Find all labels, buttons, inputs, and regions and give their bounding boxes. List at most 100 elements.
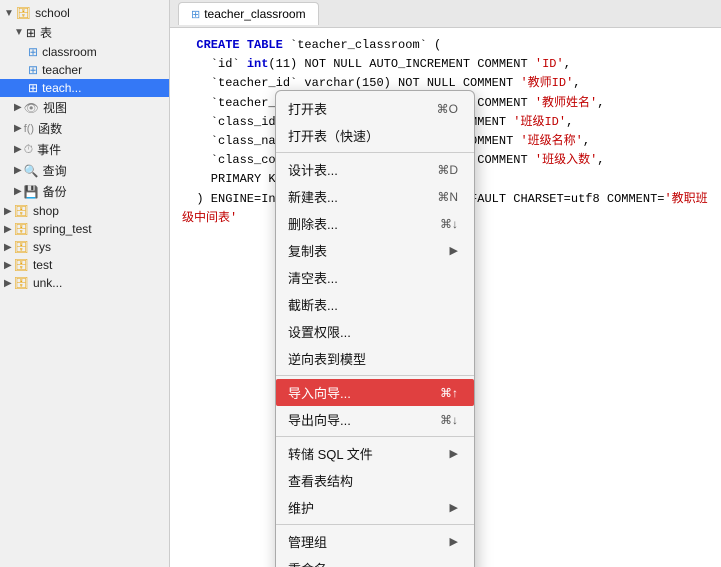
- shortcut-design: ⌘D: [437, 163, 458, 177]
- arrow-school: ▼: [4, 8, 14, 19]
- tab-teacher-classroom[interactable]: ⊞ teacher_classroom: [178, 2, 319, 25]
- menu-label-reverse-model: 逆向表到模型: [288, 349, 366, 368]
- db-icon-shop: 🗄: [14, 204, 29, 218]
- menu-item-truncate-table[interactable]: 截断表...: [276, 291, 474, 318]
- arrow-views: ▶: [14, 102, 22, 113]
- menu-item-open-table[interactable]: 打开表 ⌘O: [276, 95, 474, 122]
- views-icon: 👁: [24, 101, 39, 115]
- table-icon-teacher: ⊞: [28, 63, 38, 77]
- sidebar-item-teacher-selected[interactable]: ⊞ teach...: [0, 79, 169, 97]
- label-shop: shop: [33, 204, 59, 218]
- arrow-sys: ▶: [4, 242, 12, 253]
- label-school: school: [35, 6, 70, 20]
- menu-item-set-perms[interactable]: 设置权限...: [276, 318, 474, 345]
- shortcut-import: ⌘↑: [440, 386, 458, 400]
- label-test: test: [33, 258, 52, 272]
- menu-label-rename: 重命名: [288, 559, 327, 567]
- menu-label-open-table: 打开表: [288, 99, 327, 118]
- menu-item-open-table-fast[interactable]: 打开表（快速）: [276, 122, 474, 149]
- menu-label-design-table: 设计表...: [288, 160, 338, 179]
- sidebar-item-events[interactable]: ▶ ⏱ 事件: [0, 139, 169, 160]
- sidebar-item-spring-test[interactable]: ▶ 🗄 spring_test: [0, 220, 169, 238]
- label-events: 事件: [37, 141, 61, 158]
- sidebar: ▼ 🗄 school ▼ ⊞ 表 ⊞ classroom ⊞ teacher ⊞…: [0, 0, 170, 567]
- sidebar-item-test[interactable]: ▶ 🗄 test: [0, 256, 169, 274]
- arrow-copy-table: ▶: [450, 244, 458, 257]
- menu-label-delete-table: 删除表...: [288, 214, 338, 233]
- label-queries: 查询: [43, 162, 67, 179]
- menu-label-new-table: 新建表...: [288, 187, 338, 206]
- menu-label-set-perms: 设置权限...: [288, 322, 351, 341]
- arrow-tables: ▼: [14, 27, 24, 38]
- arrow-manage-group: ▶: [450, 535, 458, 548]
- menu-item-clear-table[interactable]: 清空表...: [276, 264, 474, 291]
- arrow-spring-test: ▶: [4, 224, 12, 235]
- menu-item-design-table[interactable]: 设计表... ⌘D: [276, 156, 474, 183]
- sidebar-item-tables[interactable]: ▼ ⊞ 表: [0, 22, 169, 43]
- db-icon-test: 🗄: [14, 258, 29, 272]
- label-tables: 表: [40, 24, 52, 41]
- menu-item-copy-table[interactable]: 复制表 ▶: [276, 237, 474, 264]
- table-icon-teacher-sel: ⊞: [28, 81, 38, 95]
- sidebar-item-functions[interactable]: ▶ f() 函数: [0, 118, 169, 139]
- menu-label-maintain: 维护: [288, 498, 314, 517]
- menu-item-new-table[interactable]: 新建表... ⌘N: [276, 183, 474, 210]
- menu-item-save-sql[interactable]: 转储 SQL 文件 ▶: [276, 440, 474, 467]
- table-icon-classroom: ⊞: [28, 45, 38, 59]
- menu-label-truncate-table: 截断表...: [288, 295, 338, 314]
- divider-4: [276, 524, 474, 525]
- tab-table-icon: ⊞: [191, 8, 200, 21]
- menu-item-delete-table[interactable]: 删除表... ⌘↓: [276, 210, 474, 237]
- divider-3: [276, 436, 474, 437]
- tables-icon: ⊞: [26, 26, 36, 40]
- tab-label: teacher_classroom: [204, 7, 305, 21]
- sidebar-item-school[interactable]: ▼ 🗄 school: [0, 4, 169, 22]
- shortcut-delete: ⌘↓: [440, 217, 458, 231]
- menu-label-save-sql: 转储 SQL 文件: [288, 444, 373, 463]
- shortcut-open-table: ⌘O: [437, 102, 458, 116]
- divider-2: [276, 375, 474, 376]
- label-views: 视图: [43, 99, 67, 116]
- menu-label-export-wizard: 导出向导...: [288, 410, 351, 429]
- arrow-events: ▶: [14, 144, 22, 155]
- sidebar-item-teacher[interactable]: ⊞ teacher: [0, 61, 169, 79]
- backups-icon: 💾: [24, 185, 39, 199]
- sidebar-item-classroom[interactable]: ⊞ classroom: [0, 43, 169, 61]
- arrow-test: ▶: [4, 260, 12, 271]
- label-classroom: classroom: [42, 45, 97, 59]
- arrow-shop: ▶: [4, 206, 12, 217]
- label-unk: unk...: [33, 276, 62, 290]
- menu-item-manage-group[interactable]: 管理组 ▶: [276, 528, 474, 555]
- queries-icon: 🔍: [24, 164, 39, 178]
- label-functions: 函数: [38, 120, 62, 137]
- shortcut-new: ⌘N: [437, 190, 458, 204]
- sidebar-item-unk[interactable]: ▶ 🗄 unk...: [0, 274, 169, 292]
- menu-item-import-wizard[interactable]: 导入向导... ⌘↑: [276, 379, 474, 406]
- label-teacher: teacher: [42, 63, 82, 77]
- sidebar-item-sys[interactable]: ▶ 🗄 sys: [0, 238, 169, 256]
- menu-item-view-structure[interactable]: 查看表结构: [276, 467, 474, 494]
- divider-1: [276, 152, 474, 153]
- shortcut-export: ⌘↓: [440, 413, 458, 427]
- menu-item-rename[interactable]: 重命名: [276, 555, 474, 567]
- label-teacher-sel: teach...: [42, 81, 81, 95]
- label-spring-test: spring_test: [33, 222, 92, 236]
- menu-label-manage-group: 管理组: [288, 532, 327, 551]
- menu-item-export-wizard[interactable]: 导出向导... ⌘↓: [276, 406, 474, 433]
- menu-item-maintain[interactable]: 维护 ▶: [276, 494, 474, 521]
- arrow-maintain: ▶: [450, 501, 458, 514]
- db-icon-spring-test: 🗄: [14, 222, 29, 236]
- arrow-queries: ▶: [14, 165, 22, 176]
- tab-bar: ⊞ teacher_classroom: [170, 0, 721, 28]
- sidebar-item-queries[interactable]: ▶ 🔍 查询: [0, 160, 169, 181]
- db-icon-sys: 🗄: [14, 240, 29, 254]
- menu-item-reverse-model[interactable]: 逆向表到模型: [276, 345, 474, 372]
- label-backups: 备份: [43, 183, 67, 200]
- menu-label-import-wizard: 导入向导...: [288, 383, 351, 402]
- menu-label-view-structure: 查看表结构: [288, 471, 353, 490]
- sidebar-item-backups[interactable]: ▶ 💾 备份: [0, 181, 169, 202]
- sidebar-item-shop[interactable]: ▶ 🗄 shop: [0, 202, 169, 220]
- sidebar-item-views[interactable]: ▶ 👁 视图: [0, 97, 169, 118]
- menu-label-clear-table: 清空表...: [288, 268, 338, 287]
- db-icon-unk: 🗄: [14, 276, 29, 290]
